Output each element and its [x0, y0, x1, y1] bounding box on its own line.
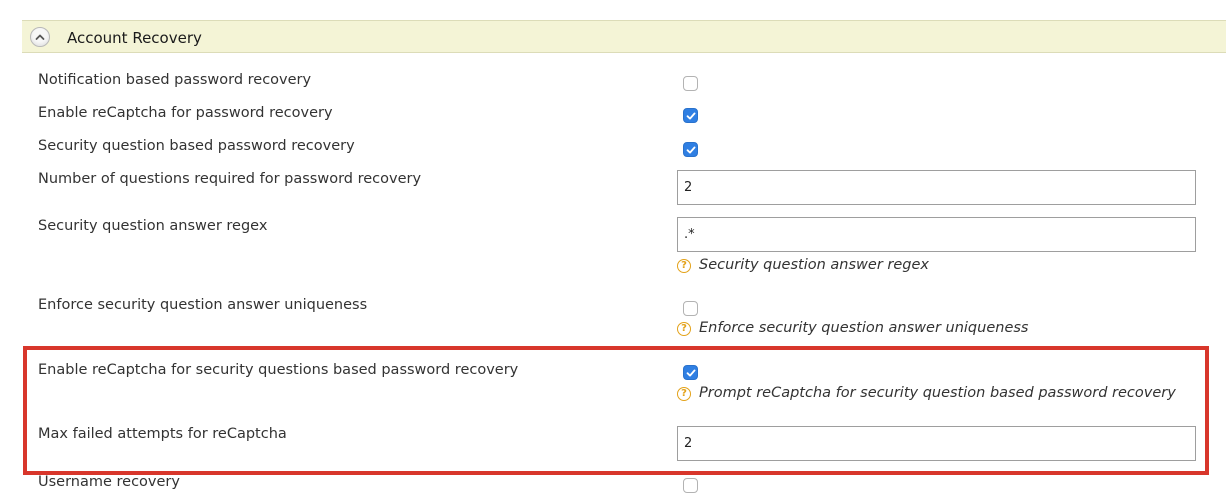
recaptcha-password-recovery-label: Enable reCaptcha for password recovery	[38, 105, 333, 121]
answer-regex-help-text: Security question answer regex	[699, 257, 929, 273]
max-failed-attempts-label: Max failed attempts for reCaptcha	[38, 426, 287, 442]
account-recovery-page: Account Recovery Notification based pass…	[0, 0, 1228, 504]
notification-recovery-checkbox[interactable]	[683, 76, 698, 91]
check-icon	[686, 112, 696, 120]
collapse-button[interactable]	[30, 27, 50, 47]
recaptcha-password-recovery-checkbox[interactable]	[683, 108, 698, 123]
recaptcha-security-questions-help: ? Prompt reCaptcha for security question …	[677, 385, 1176, 401]
username-recovery-label: Username recovery	[38, 474, 180, 490]
security-question-recovery-label: Security question based password recover…	[38, 138, 355, 154]
section-title: Account Recovery	[67, 29, 202, 47]
max-failed-attempts-input[interactable]: 2	[677, 426, 1196, 461]
answer-regex-label: Security question answer regex	[38, 218, 268, 234]
recaptcha-security-questions-help-text: Prompt reCaptcha for security question b…	[699, 385, 1176, 401]
question-circle-icon: ?	[677, 322, 691, 336]
answer-uniqueness-help-text: Enforce security question answer uniquen…	[699, 320, 1029, 336]
notification-recovery-label: Notification based password recovery	[38, 72, 312, 88]
security-question-recovery-checkbox[interactable]	[683, 142, 698, 157]
num-questions-label: Number of questions required for passwor…	[38, 171, 422, 187]
answer-uniqueness-help: ? Enforce security question answer unique…	[677, 320, 1028, 336]
answer-uniqueness-checkbox[interactable]	[683, 301, 698, 316]
num-questions-input[interactable]: 2	[677, 170, 1196, 205]
question-circle-icon: ?	[677, 387, 691, 401]
answer-regex-help: ? Security question answer regex	[677, 257, 929, 273]
answer-uniqueness-label: Enforce security question answer uniquen…	[38, 297, 368, 313]
section-header[interactable]: Account Recovery	[22, 20, 1226, 53]
username-recovery-checkbox[interactable]	[683, 478, 698, 493]
check-icon	[686, 369, 696, 377]
recaptcha-security-questions-checkbox[interactable]	[683, 365, 698, 380]
answer-regex-input[interactable]: .*	[677, 217, 1196, 252]
chevron-up-icon	[35, 34, 45, 40]
recaptcha-security-questions-label: Enable reCaptcha for security questions …	[38, 362, 519, 378]
check-icon	[686, 146, 696, 154]
question-circle-icon: ?	[677, 259, 691, 273]
